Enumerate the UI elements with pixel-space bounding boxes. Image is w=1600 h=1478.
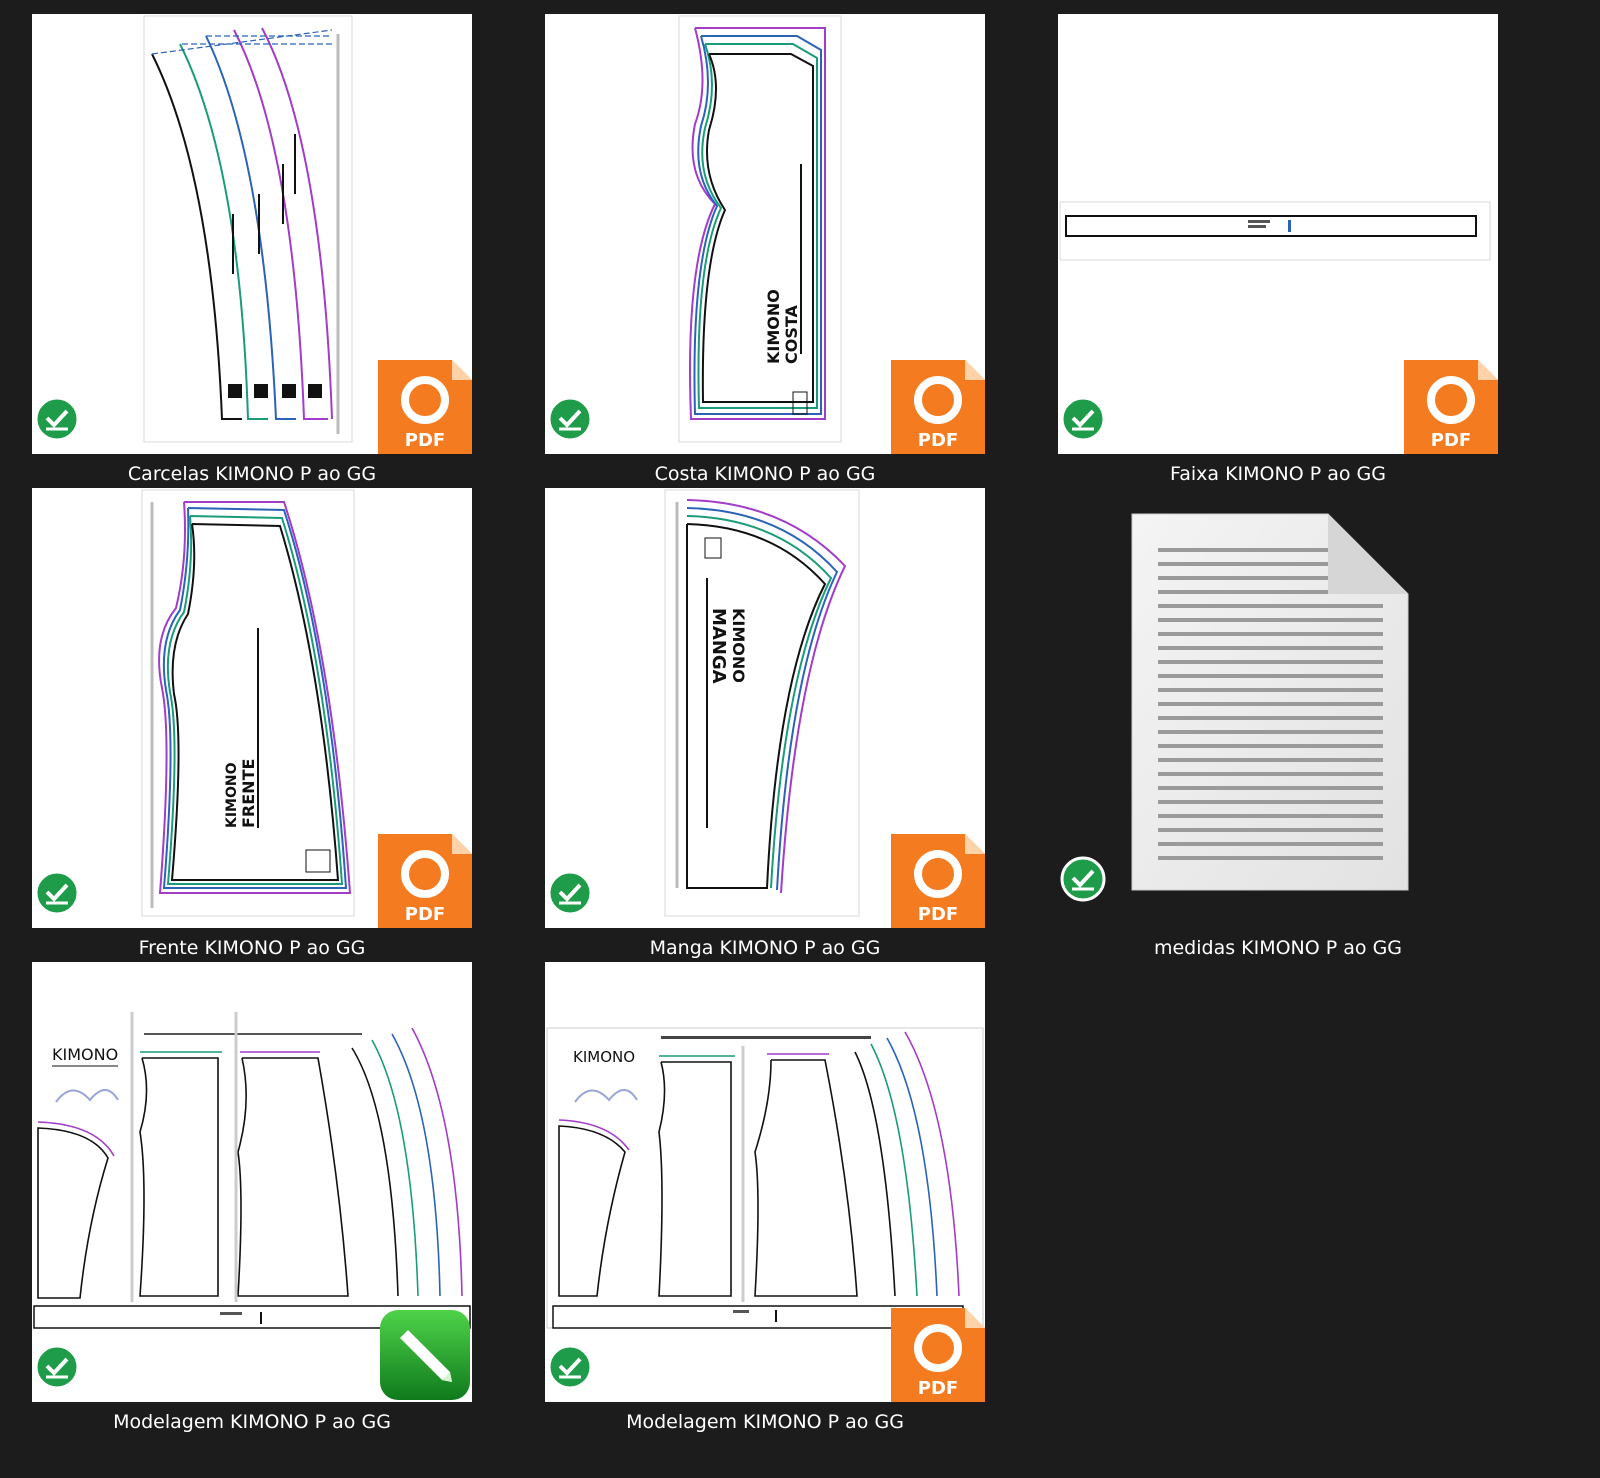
file-name: Frente KIMONO P ao GG bbox=[138, 937, 366, 959]
pencil-icon bbox=[380, 1310, 470, 1400]
file-thumbnail: KIMONO COSTA PDF bbox=[545, 14, 985, 454]
piece-label-frente: FRENTE bbox=[239, 759, 258, 828]
check-circle-icon bbox=[547, 396, 593, 442]
pdf-badge-label: PDF bbox=[918, 430, 958, 451]
file-tile-faixa[interactable]: PDF Faixa KIMONO P ao GG bbox=[1058, 14, 1498, 485]
piece-label-manga: MANGA bbox=[708, 608, 729, 684]
foxit-pdf-icon: PDF bbox=[378, 360, 472, 454]
file-name: Manga KIMONO P ao GG bbox=[649, 937, 881, 959]
check-circle-icon bbox=[1060, 396, 1106, 442]
pdf-badge-label: PDF bbox=[405, 904, 445, 925]
pdf-badge-label: PDF bbox=[918, 904, 958, 925]
foxit-pdf-icon: PDF bbox=[891, 834, 985, 928]
file-tile-manga[interactable]: KIMONO MANGA PDF Manga KIMONO P ao GG bbox=[545, 488, 985, 959]
file-thumbnail: PDF bbox=[32, 14, 472, 454]
check-circle-icon bbox=[1060, 856, 1106, 902]
piece-label-kimono: KIMONO bbox=[764, 289, 783, 364]
file-tile-medidas[interactable]: medidas KIMONO P ao GG bbox=[1058, 488, 1498, 959]
check-circle-icon bbox=[34, 396, 80, 442]
foxit-pdf-icon: PDF bbox=[378, 834, 472, 928]
file-name: Faixa KIMONO P ao GG bbox=[1170, 463, 1386, 485]
layout-title: KIMONO bbox=[52, 1045, 118, 1064]
file-thumbnail bbox=[1058, 488, 1498, 928]
file-tile-costa[interactable]: KIMONO COSTA PDF Costa KIMONO P ao GG bbox=[545, 14, 985, 485]
piece-label-costa: COSTA bbox=[782, 304, 801, 364]
pdf-badge-label: PDF bbox=[1431, 430, 1471, 451]
foxit-pdf-icon: PDF bbox=[891, 1308, 985, 1402]
file-name: Modelagem KIMONO P ao GG bbox=[113, 1411, 391, 1433]
piece-label-kimono: KIMONO bbox=[729, 608, 748, 683]
check-circle-icon bbox=[547, 870, 593, 916]
pdf-badge-label: PDF bbox=[918, 1378, 958, 1399]
piece-label-kimono: KIMONO bbox=[224, 762, 240, 828]
file-tile-modelagem-pdf[interactable]: KIMONO PDF Modelagem KIMONO P ao GG bbox=[545, 962, 985, 1433]
file-name: Modelagem KIMONO P ao GG bbox=[626, 1411, 904, 1433]
file-thumbnail: KIMONO MANGA PDF bbox=[545, 488, 985, 928]
file-thumbnail: KIMONO bbox=[545, 962, 985, 1402]
file-tile-carcelas[interactable]: PDF Carcelas KIMONO P ao GG bbox=[32, 14, 472, 485]
file-thumbnail: PDF bbox=[1058, 14, 1498, 454]
check-circle-icon bbox=[34, 870, 80, 916]
file-name: medidas KIMONO P ao GG bbox=[1153, 937, 1403, 959]
file-thumbnail: KIMONO bbox=[32, 962, 472, 1402]
foxit-pdf-icon: PDF bbox=[891, 360, 985, 454]
check-circle-icon bbox=[547, 1344, 593, 1390]
file-tile-modelagem-drawing[interactable]: KIMONO Modelagem KIMONO P ao GG bbox=[32, 962, 472, 1433]
file-tile-frente[interactable]: KIMONO FRENTE PDF Frente KIMONO P ao GG bbox=[32, 488, 472, 959]
file-name: Costa KIMONO P ao GG bbox=[654, 463, 876, 485]
layout-title: KIMONO bbox=[573, 1048, 635, 1066]
file-name: Carcelas KIMONO P ao GG bbox=[127, 463, 377, 485]
foxit-pdf-icon: PDF bbox=[1404, 360, 1498, 454]
text-document-icon bbox=[1131, 513, 1409, 891]
check-circle-icon bbox=[34, 1344, 80, 1390]
file-thumbnail: KIMONO FRENTE PDF bbox=[32, 488, 472, 928]
pdf-badge-label: PDF bbox=[405, 430, 445, 451]
